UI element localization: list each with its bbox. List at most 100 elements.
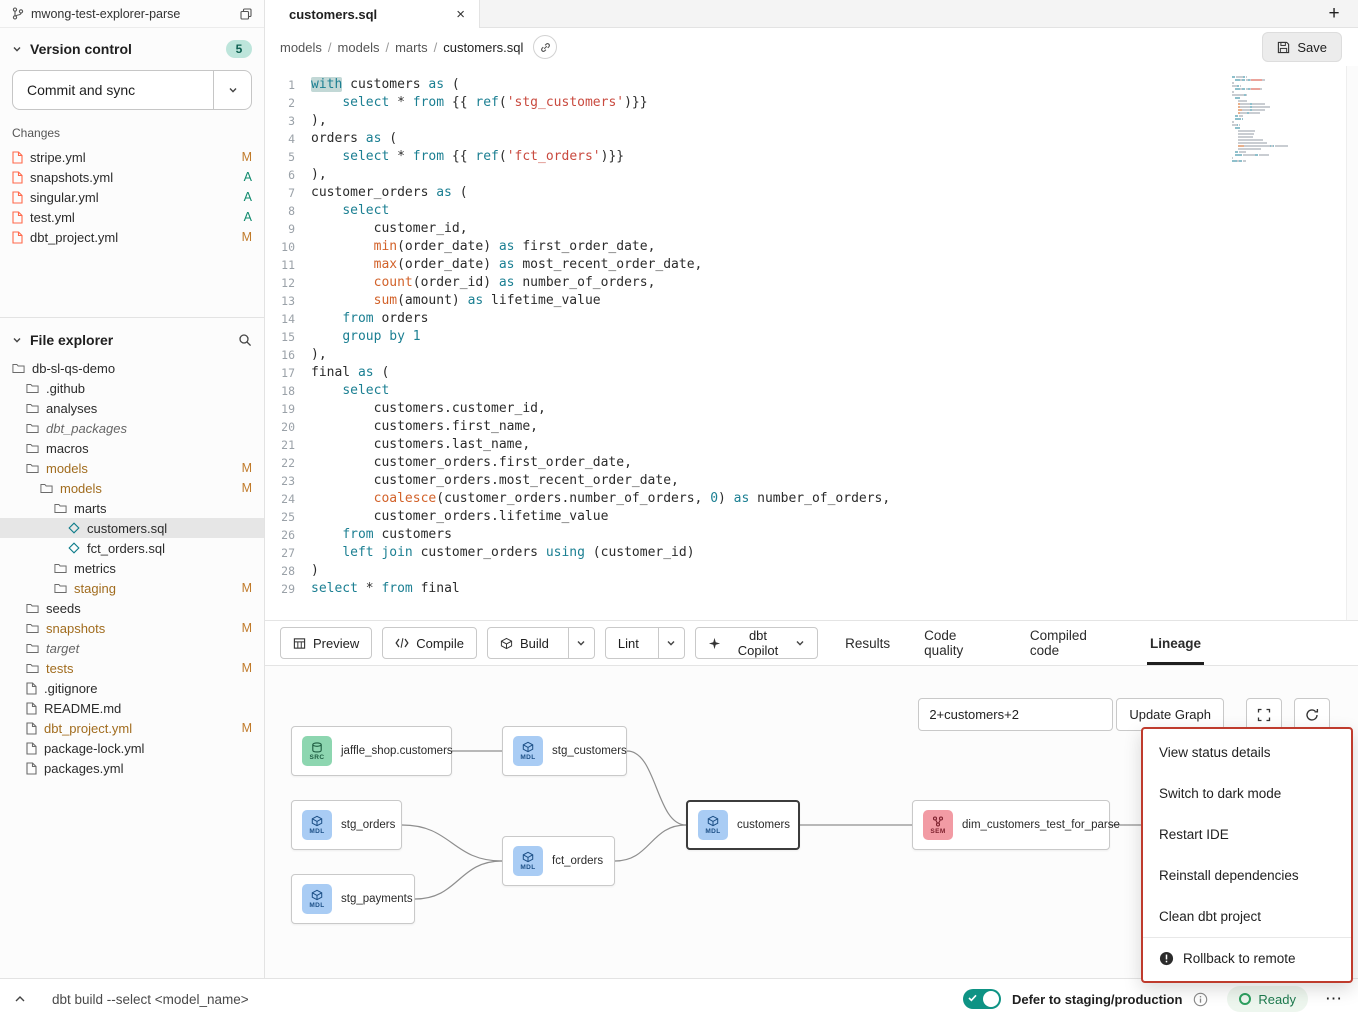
line-number: 24	[265, 490, 311, 508]
compile-button[interactable]: Compile	[382, 627, 477, 659]
lineage-node-stg-orders[interactable]: MDLstg_orders	[291, 800, 402, 850]
tree-item-seeds[interactable]: seeds	[0, 598, 264, 618]
tree-item-analyses[interactable]: analyses	[0, 398, 264, 418]
tree-item-dbt-packages[interactable]: dbt_packages	[0, 418, 264, 438]
breadcrumb-item-customers-sql[interactable]: customers.sql	[443, 40, 523, 55]
code-line: 27 left join customer_orders using (cust…	[265, 544, 1358, 562]
lint-label: Lint	[618, 636, 639, 651]
preview-button[interactable]: Preview	[280, 627, 372, 659]
editor-tab-customers[interactable]: customers.sql ×	[265, 0, 480, 28]
lineage-node-stg-payments[interactable]: MDLstg_payments	[291, 874, 415, 924]
code-line: 19 customers.customer_id,	[265, 400, 1358, 418]
code-text: from orders	[311, 310, 428, 328]
file-explorer-header[interactable]: File explorer	[0, 332, 264, 348]
tree-item-readme-md[interactable]: README.md	[0, 698, 264, 718]
build-button[interactable]: Build	[487, 627, 595, 659]
tree-item-staging[interactable]: stagingM	[0, 578, 264, 598]
copy-branch-icon[interactable]	[240, 8, 252, 20]
menu-item-reinstall-dependencies[interactable]: Reinstall dependencies	[1143, 855, 1351, 896]
lineage-node-stg-customers[interactable]: MDLstg_customers	[502, 726, 627, 776]
tree-item-package-lock-yml[interactable]: package-lock.yml	[0, 738, 264, 758]
change-row-singular-yml[interactable]: singular.ymlA	[0, 187, 264, 207]
lineage-selector-input[interactable]	[918, 698, 1113, 731]
branch-name[interactable]: mwong-test-explorer-parse	[31, 7, 233, 21]
save-button[interactable]: Save	[1262, 32, 1342, 62]
cli-command[interactable]: dbt build --select <model_name>	[52, 992, 249, 1007]
lineage-node-fct-orders[interactable]: MDLfct_orders	[502, 836, 615, 886]
line-number: 12	[265, 274, 311, 292]
search-icon[interactable]	[238, 333, 252, 347]
more-options-button[interactable]: ⋯	[1325, 989, 1344, 1009]
dbt-copilot-button[interactable]: dbt Copilot	[695, 627, 818, 659]
menu-item-view-status-details[interactable]: View status details	[1143, 732, 1351, 773]
status-badge-M: M	[242, 621, 252, 635]
mdl-node-icon: MDL	[302, 810, 332, 840]
tab-compiled-code[interactable]: Compiled code	[1013, 621, 1133, 665]
commit-and-sync-label: Commit and sync	[13, 71, 213, 109]
breadcrumb-item-models[interactable]: models	[338, 40, 380, 55]
commit-and-sync-button[interactable]: Commit and sync	[12, 70, 252, 110]
info-icon[interactable]	[1193, 992, 1208, 1007]
tree-item-name: staging	[74, 581, 235, 596]
tree-item-fct-orders-sql[interactable]: fct_orders.sql	[0, 538, 264, 558]
tree-item-db-sl-qs-demo[interactable]: db-sl-qs-demo	[0, 358, 264, 378]
breadcrumb-item-marts[interactable]: marts	[395, 40, 428, 55]
tab-results[interactable]: Results	[828, 621, 907, 665]
change-row-dbt-project-yml[interactable]: dbt_project.ymlM	[0, 227, 264, 247]
line-number: 7	[265, 184, 311, 202]
tree-item-dbt-project-yml[interactable]: dbt_project.ymlM	[0, 718, 264, 738]
change-row-test-yml[interactable]: test.ymlA	[0, 207, 264, 227]
change-file-name: snapshots.yml	[30, 170, 237, 185]
menu-item-rollback-to-remote[interactable]: Rollback to remote	[1143, 937, 1351, 978]
breadcrumb-item-models[interactable]: models	[280, 40, 322, 55]
change-row-snapshots-yml[interactable]: snapshots.ymlA	[0, 167, 264, 187]
code-text: ),	[311, 346, 327, 364]
line-number: 27	[265, 544, 311, 562]
code-line: 1with customers as (	[265, 76, 1358, 94]
tab-code-quality[interactable]: Code quality	[907, 621, 1013, 665]
change-row-stripe-yml[interactable]: stripe.ymlM	[0, 147, 264, 167]
tree-item-gitignore[interactable]: .gitignore	[0, 678, 264, 698]
tree-item-customers-sql[interactable]: customers.sql	[0, 518, 264, 538]
tree-item-marts[interactable]: marts	[0, 498, 264, 518]
tree-item-name: README.md	[44, 701, 252, 716]
line-number: 22	[265, 454, 311, 472]
tree-item-macros[interactable]: macros	[0, 438, 264, 458]
menu-item-clean-dbt-project[interactable]: Clean dbt project	[1143, 896, 1351, 937]
lint-button[interactable]: Lint	[605, 627, 685, 659]
open-link-icon[interactable]	[533, 35, 557, 59]
tree-item-packages-yml[interactable]: packages.yml	[0, 758, 264, 778]
lint-options-chevron[interactable]	[658, 628, 684, 658]
tree-item-github[interactable]: .github	[0, 378, 264, 398]
tree-item-target[interactable]: target	[0, 638, 264, 658]
new-tab-button[interactable]: +	[1310, 0, 1358, 27]
code-line: 23 customer_orders.most_recent_order_dat…	[265, 472, 1358, 490]
menu-item-restart-ide[interactable]: Restart IDE	[1143, 814, 1351, 855]
build-options-chevron[interactable]	[568, 628, 594, 658]
alert-icon	[1159, 951, 1174, 966]
tree-item-snapshots[interactable]: snapshotsM	[0, 618, 264, 638]
tab-lineage[interactable]: Lineage	[1133, 621, 1218, 665]
tree-item-tests[interactable]: testsM	[0, 658, 264, 678]
tree-item-metrics[interactable]: metrics	[0, 558, 264, 578]
version-control-header[interactable]: Version control 5	[0, 40, 264, 58]
code-line: 29select * from final	[265, 580, 1358, 598]
tree-item-models[interactable]: modelsM	[0, 478, 264, 498]
code-editor[interactable]: 1with customers as (2 select * from {{ r…	[265, 66, 1358, 620]
chevron-up-icon[interactable]	[14, 995, 26, 1003]
code-text: customers.last_name,	[311, 436, 530, 454]
tree-item-models[interactable]: modelsM	[0, 458, 264, 478]
close-tab-icon[interactable]: ×	[456, 6, 465, 23]
minimap[interactable]	[1232, 76, 1290, 162]
lineage-node-customers[interactable]: MDLcustomers	[686, 800, 800, 850]
folder-icon	[54, 582, 67, 594]
line-number: 17	[265, 364, 311, 382]
compile-label: Compile	[416, 636, 464, 651]
menu-item-switch-to-dark-mode[interactable]: Switch to dark mode	[1143, 773, 1351, 814]
lineage-node-jaffle-shop-customers[interactable]: SRCjaffle_shop.customers	[291, 726, 452, 776]
commit-options-chevron[interactable]	[213, 71, 251, 109]
defer-toggle[interactable]	[963, 989, 1001, 1009]
lineage-node-dim-customers-test-for-parse[interactable]: SEMdim_customers_test_for_parse	[912, 800, 1110, 850]
status-bar: dbt build --select <model_name> Defer to…	[0, 978, 1358, 1019]
folder-icon	[26, 662, 39, 674]
